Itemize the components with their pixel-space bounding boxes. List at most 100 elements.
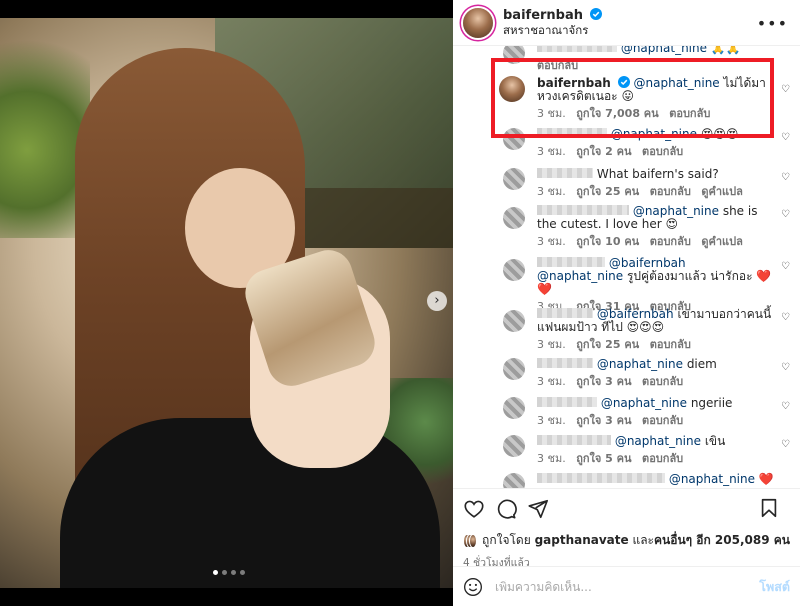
reply-button[interactable]: ตอบกลับ (642, 414, 683, 427)
reply-button[interactable]: ตอบกลับ (650, 338, 691, 351)
commenter-avatar[interactable] (503, 46, 525, 64)
carousel-dot (222, 570, 227, 575)
comment-username[interactable]: baifernbah (537, 76, 611, 90)
add-comment-bar: โพสต์ (453, 566, 800, 606)
translate-button[interactable]: ดูคำแปล (701, 235, 743, 248)
blurred-username (537, 257, 605, 267)
comment-mention[interactable]: @baifernbah (597, 307, 674, 321)
commenter-avatar[interactable] (503, 128, 525, 150)
comment-like-heart-icon[interactable]: ♡ (781, 132, 790, 143)
carousel-dot (240, 570, 245, 575)
carousel-next-button[interactable]: › (427, 291, 447, 311)
comment-time[interactable]: 3 ชม. (537, 375, 566, 388)
translate-button[interactable]: ดูคำแปล (701, 185, 743, 198)
comment-likes[interactable]: ถูกใจ 3 คน (576, 414, 631, 427)
commenter-avatar[interactable] (503, 435, 525, 457)
comment-text: What baifern's said? (596, 167, 719, 181)
likes-others-link[interactable]: คนอื่นๆ อีก 205,089 คน (654, 533, 790, 547)
comment-mention[interactable]: @naphat_nine (669, 472, 755, 486)
commenter-avatar[interactable] (503, 397, 525, 419)
comment-time[interactable]: 3 ชม. (537, 414, 566, 427)
post-location[interactable]: สหราชอาณาจักร (503, 23, 602, 38)
blurred-username (537, 168, 593, 178)
commenter-avatar[interactable] (503, 259, 525, 281)
comment-mention[interactable]: @naphat_nine (601, 396, 687, 410)
liker-username[interactable]: gapthanavate (535, 533, 629, 547)
comments-list[interactable]: @naphat_nine 🙏🙏 ตอบกลับ baifernbah @naph… (453, 46, 800, 488)
carousel-dot (213, 570, 218, 575)
likes-prefix: ถูกใจโดย (482, 533, 535, 547)
comment-mention[interactable]: @naphat_nine (634, 76, 720, 90)
commenter-avatar[interactable] (503, 207, 525, 229)
comment-likes[interactable]: ถูกใจ 25 คน (576, 338, 639, 351)
comment-mention[interactable]: @naphat_nine (597, 357, 683, 371)
smiley-icon[interactable] (463, 577, 483, 597)
comment-mention[interactable]: @naphat_nine (611, 127, 697, 141)
blurred-username (537, 397, 597, 407)
comment-time[interactable]: 3 ชม. (537, 145, 566, 158)
reply-button[interactable]: ตอบกลับ (650, 235, 691, 248)
reply-button[interactable]: ตอบกลับ (650, 185, 691, 198)
liker-avatar[interactable] (469, 533, 478, 548)
reply-button[interactable]: ตอบกลับ (669, 107, 710, 120)
commenter-avatar[interactable] (503, 168, 525, 190)
comment-bubble-icon[interactable] (495, 498, 517, 520)
reply-button[interactable]: ตอบกลับ (642, 375, 683, 388)
commenter-avatar[interactable] (503, 358, 525, 380)
post-side-panel: baifernbah สหราชอาณาจักร ••• @naphat_nin… (453, 0, 800, 606)
comment-mention[interactable]: @naphat_nine (615, 434, 701, 448)
blurred-username (537, 473, 665, 483)
comment-like-heart-icon[interactable]: ♡ (781, 84, 790, 95)
comment-likes[interactable]: ถูกใจ 2 คน (576, 145, 631, 158)
reply-button[interactable]: ตอบกลับ (642, 145, 683, 158)
blurred-username (537, 46, 617, 52)
comment-mention[interactable]: @naphat_nine (633, 204, 719, 218)
comment-like-heart-icon[interactable]: ♡ (781, 362, 790, 373)
carousel-dots (213, 570, 245, 575)
verified-badge-icon (617, 76, 630, 88)
comment-like-heart-icon[interactable]: ♡ (781, 172, 790, 183)
comment-time[interactable]: 3 ชม. (537, 107, 566, 120)
bookmark-icon[interactable] (758, 497, 780, 519)
author-avatar[interactable] (463, 7, 493, 38)
comment-likes[interactable]: ถูกใจ 25 คน (576, 185, 639, 198)
reply-button[interactable]: ตอบกลับ (537, 59, 578, 72)
comment-text: 😍😍😍 (697, 127, 739, 141)
post-actions: ถูกใจโดย gapthanavate และคนอื่นๆ อีก 205… (453, 488, 800, 571)
blurred-username (537, 128, 607, 138)
post-media: › (0, 0, 453, 606)
comment-like-heart-icon[interactable]: ♡ (781, 312, 790, 323)
comment-time[interactable]: 3 ชม. (537, 338, 566, 351)
comment-likes[interactable]: ถูกใจ 5 คน (576, 452, 631, 465)
post-comment-button[interactable]: โพสต์ (759, 577, 790, 597)
blurred-username (537, 435, 611, 445)
comment-text: diem (683, 357, 717, 371)
author-username[interactable]: baifernbah (503, 8, 583, 23)
comment-like-heart-icon[interactable]: ♡ (781, 439, 790, 450)
comment-likes[interactable]: ถูกใจ 10 คน (576, 235, 639, 248)
verified-badge-icon (589, 7, 602, 20)
commenter-avatar[interactable] (503, 473, 525, 488)
heart-icon[interactable] (463, 498, 485, 520)
comment-time[interactable]: 3 ชม. (537, 235, 566, 248)
comment-text: ❤️ (755, 472, 774, 486)
comment-like-heart-icon[interactable]: ♡ (781, 401, 790, 412)
comment-time[interactable]: 3 ชม. (537, 452, 566, 465)
commenter-avatar[interactable] (499, 76, 525, 102)
paper-plane-icon[interactable] (527, 498, 549, 520)
comment-likes[interactable]: ถูกใจ 3 คน (576, 375, 631, 388)
carousel-dot (231, 570, 236, 575)
blurred-username (537, 358, 593, 368)
comment-likes[interactable]: ถูกใจ 7,008 คน (576, 107, 658, 120)
comment-like-heart-icon[interactable]: ♡ (781, 209, 790, 220)
likes-middle: และ (628, 533, 655, 547)
more-options-button[interactable]: ••• (757, 14, 788, 33)
comment-time[interactable]: 3 ชม. (537, 185, 566, 198)
blurred-username (537, 308, 593, 318)
comment-input[interactable] (495, 579, 760, 594)
blurred-username (537, 205, 629, 215)
reply-button[interactable]: ตอบกลับ (642, 452, 683, 465)
comment-text: @naphat_nine 🙏🙏 (620, 46, 741, 55)
commenter-avatar[interactable] (503, 310, 525, 332)
comment-like-heart-icon[interactable]: ♡ (781, 261, 790, 272)
